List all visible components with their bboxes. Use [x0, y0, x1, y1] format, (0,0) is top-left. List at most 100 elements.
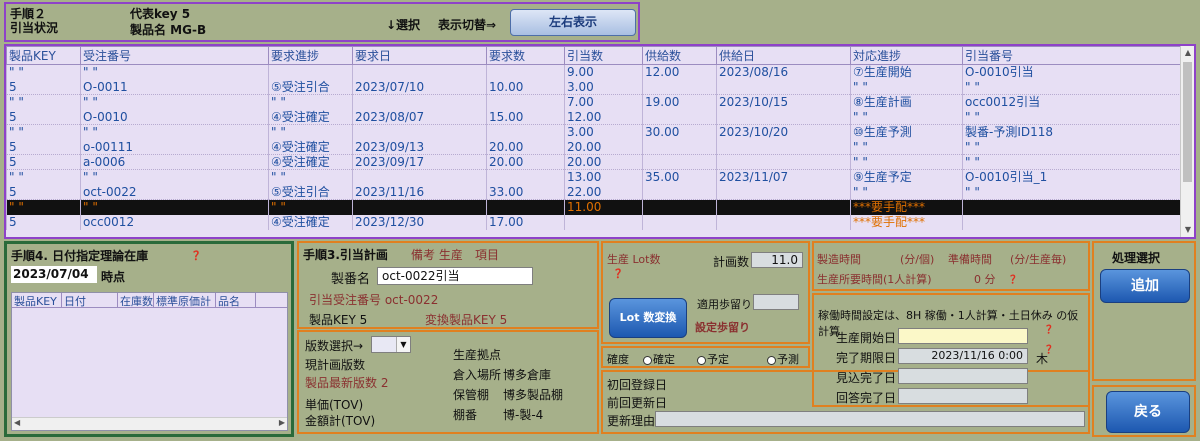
step3-panel: 手順3.引当計画 備考 生産 項目 製番名 oct-0022引当 引当受注番号 … [297, 241, 599, 329]
mfg-time-panel: 製造時間 (分/個) 準備時間 (分/生産毎) 生産所要時間(1人計算) 0 分… [812, 241, 1090, 291]
radio-confirmed[interactable]: 確定 [643, 351, 675, 367]
grid-cell-sdate [716, 139, 851, 155]
inventory-col-header[interactable]: 品名 [216, 293, 256, 307]
chevron-down-icon[interactable]: ▼ [396, 337, 410, 352]
add-button[interactable]: 追加 [1100, 269, 1190, 303]
lot-help-icon[interactable]: ？ [615, 265, 627, 282]
grid-cell-qty: 33.00 [486, 184, 565, 200]
scroll-thumb[interactable] [1183, 62, 1192, 182]
allocation-grid[interactable]: 製品KEY 受注番号 要求進捗 要求日 要求数 引当数 供給数 供給日 対応進捗 引当番号 " "… [4, 44, 1196, 239]
table-row[interactable]: " " " " " " 7.00 19.00 2023/10/15 ⑧生産計画 occ0012… [6, 94, 1185, 110]
grid-col-header[interactable]: 要求数 [486, 46, 565, 65]
sched-help-icon-1[interactable]: ？ [1046, 321, 1057, 337]
rack-value: 博-製-4 [503, 408, 544, 422]
grid-col-header[interactable]: 引当番号 [962, 46, 1185, 65]
start-date-input[interactable] [898, 328, 1028, 344]
grid-cell-alloc: 12.00 [564, 109, 643, 125]
grid-scrollbar[interactable]: ▲ ▼ [1180, 46, 1194, 237]
grid-col-header[interactable]: 要求進捗 [268, 46, 353, 65]
grid-cell-alloc: 9.00 [564, 64, 643, 80]
yield-input[interactable] [753, 294, 799, 310]
grid-cell-qty [486, 94, 565, 110]
inventory-col-header[interactable]: 製品KEY [12, 293, 62, 307]
item-label: 項目 [475, 248, 500, 262]
table-row[interactable]: 5 occ0012 ④受注確定 2023/12/30 17.00 ***要手配*** [6, 214, 1185, 230]
grid-cell-supply [642, 199, 717, 215]
table-row[interactable]: " " " " " " 13.00 35.00 2023/11/07 ⑨生産予定 O-0010… [6, 169, 1185, 185]
update-reason-input[interactable] [655, 411, 1085, 427]
inventory-col-header[interactable]: 標準原価計 [154, 293, 216, 307]
expected-date-input[interactable] [898, 368, 1028, 384]
grid-cell-alno: " " [962, 79, 1185, 95]
grid-cell-resp: " " [850, 139, 963, 155]
expected-date-label: 見込完了日 [836, 371, 897, 385]
grid-cell-alno: O-0010引当_1 [962, 169, 1185, 185]
scroll-down-icon[interactable]: ▼ [1181, 223, 1194, 237]
grid-cell-date [352, 199, 487, 215]
radio-forecast[interactable]: 予測 [767, 351, 799, 367]
table-row[interactable]: 5 o-00111 ④受注確定 2023/09/13 20.00 20.00 " " " " [6, 139, 1185, 155]
grid-col-header[interactable]: 要求日 [352, 46, 487, 65]
grid-col-header[interactable]: 製品KEY [6, 46, 81, 65]
grid-cell-key: " " [6, 169, 81, 185]
grid-cell-prog: " " [268, 124, 353, 140]
grid-cell-key: 5 [6, 109, 81, 125]
grid-col-header[interactable]: 対応進捗 [850, 46, 963, 65]
grid-cell-date: 2023/08/07 [352, 109, 487, 125]
answer-date-input[interactable] [898, 388, 1028, 404]
grid-cell-alno: " " [962, 139, 1185, 155]
grid-cell-supply [642, 109, 717, 125]
grid-col-header[interactable]: 受注番号 [80, 46, 269, 65]
inventory-hscroll[interactable]: ◀ ▶ [12, 417, 287, 430]
version-select-label: 版数選択→ [305, 339, 364, 353]
required-time-value: 0 分 [974, 273, 996, 286]
table-row[interactable]: " " " " " " 3.00 30.00 2023/10/20 ⑩生産予測 製番-予測ID… [6, 124, 1185, 140]
table-row[interactable]: " " " " 9.00 12.00 2023/08/16 ⑦生産開始 O-0010引当 [6, 64, 1185, 80]
first-reg-label: 初回登録日 [607, 378, 668, 392]
grid-cell-alno: occ0012引当 [962, 94, 1185, 110]
inventory-col-header[interactable]: 在庫数 [118, 293, 154, 307]
step4-help-icon[interactable]: ？ [193, 247, 205, 264]
version-select[interactable]: ▼ [371, 336, 411, 353]
last-upd-label: 前回更新日 [607, 396, 668, 410]
grid-cell-order: O-0010 [80, 109, 269, 125]
back-button[interactable]: 戻る [1106, 391, 1190, 433]
radio-confirmed-circle[interactable] [643, 355, 652, 365]
table-row[interactable]: 5 oct-0022 ⑤受注引合 2023/11/16 33.00 22.00 " " " " [6, 184, 1185, 200]
inventory-date-input[interactable]: 2023/07/04 [11, 266, 97, 283]
grid-cell-alno [962, 214, 1185, 230]
grid-cell-alno: " " [962, 184, 1185, 200]
grid-cell-supply: 35.00 [642, 169, 717, 185]
scroll-left-icon[interactable]: ◀ [14, 418, 20, 427]
grid-cell-key: " " [6, 124, 81, 140]
grid-cell-order: " " [80, 169, 269, 185]
current-version-label: 現計画版数 [305, 358, 366, 372]
grid-col-header[interactable]: 供給数 [642, 46, 717, 65]
set-yield-label: 設定歩留り [695, 321, 750, 334]
table-row[interactable]: 5 O-0010 ④受注確定 2023/08/07 15.00 12.00 " " " " [6, 109, 1185, 125]
grid-cell-qty [486, 124, 565, 140]
scroll-right-icon[interactable]: ▶ [279, 418, 285, 427]
action-panel: 処理選択 追加 [1092, 241, 1196, 381]
prep-time-unit: (分/生産毎) [1010, 253, 1067, 266]
unit-price-label: 単価(TOV) [305, 398, 364, 412]
lot-name-input[interactable]: oct-0022引当 [377, 267, 533, 285]
lot-convert-button[interactable]: Lot 数変換 [609, 298, 687, 338]
due-date-input[interactable]: 2023/11/16 0:00 [898, 348, 1028, 364]
table-row[interactable]: 5 O-0011 ⑤受注引合 2023/07/10 10.00 3.00 " " " " [6, 79, 1185, 95]
mfg-help-icon[interactable]: ？ [1010, 271, 1021, 287]
table-row[interactable]: 5 a-0006 ④受注確定 2023/09/17 20.00 20.00 " " " " [6, 154, 1185, 170]
grid-cell-qty [486, 64, 565, 80]
scroll-up-icon[interactable]: ▲ [1181, 46, 1194, 60]
table-row[interactable]: " " " " " " 11.00 ***要手配*** [6, 199, 1185, 215]
left-right-display-button[interactable]: 左右表示 [510, 9, 636, 36]
radio-planned-circle[interactable] [697, 355, 706, 365]
plan-qty-input[interactable]: 11.0 [751, 252, 803, 268]
radio-planned[interactable]: 予定 [697, 351, 729, 367]
radio-forecast-circle[interactable] [767, 355, 776, 365]
inventory-list[interactable]: 製品KEY 日付 在庫数 標準原価計 品名 ◀ ▶ [11, 292, 288, 431]
lot-name-label: 製番名 [331, 272, 371, 287]
inventory-col-header[interactable]: 日付 [62, 293, 118, 307]
grid-col-header[interactable]: 引当数 [564, 46, 643, 65]
grid-col-header[interactable]: 供給日 [716, 46, 851, 65]
